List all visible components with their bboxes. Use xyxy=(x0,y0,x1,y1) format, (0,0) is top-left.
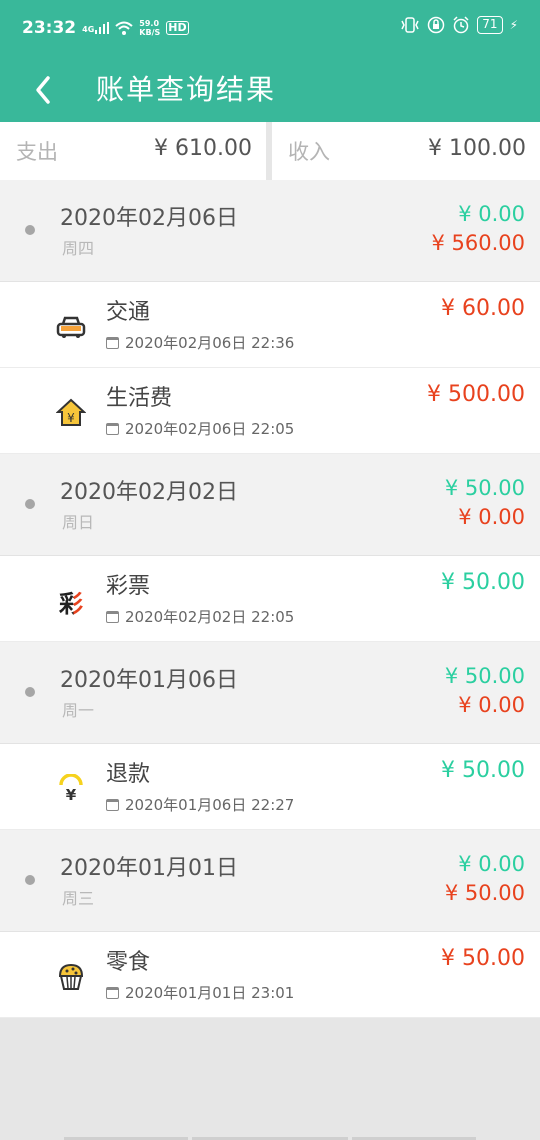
vibrate-icon xyxy=(401,17,419,33)
charging-icon: ⚡ xyxy=(509,18,518,32)
hd-icon: HD xyxy=(166,21,189,35)
timeline-dot xyxy=(25,225,35,235)
day-expense: ¥ 560.00 xyxy=(431,231,525,255)
income-summary: 收入 ¥ 100.00 xyxy=(272,122,540,180)
day-date: 2020年02月06日 xyxy=(60,206,238,231)
timeline-dot xyxy=(25,875,35,885)
bill-list: 2020年02月06日 周四 ¥ 0.00 ¥ 560.00 交通 2020年0… xyxy=(0,180,540,1018)
item-category: 退款 xyxy=(106,762,151,787)
item-time: 2020年01月06日 22:27 xyxy=(125,796,295,814)
back-button[interactable] xyxy=(28,68,68,108)
house-yen-icon: ¥ xyxy=(54,396,88,430)
timeline-dot xyxy=(25,499,35,509)
timeline-dot xyxy=(25,687,35,697)
app-bar: 账单查询结果 xyxy=(0,56,540,122)
day-weekday: 周三 xyxy=(62,889,95,908)
network-type: 4G xyxy=(82,25,95,34)
wifi-icon xyxy=(115,21,133,35)
day-header: 2020年02月02日 周日 ¥ 50.00 ¥ 0.00 xyxy=(0,454,540,556)
day-weekday: 周四 xyxy=(62,239,95,258)
status-bar: 23:32 4G 59.0 KB/S HD 71 ⚡ xyxy=(0,0,540,56)
item-time: 2020年02月06日 22:36 xyxy=(125,334,295,352)
income-total: ¥ 100.00 xyxy=(428,136,526,161)
day-weekday: 周日 xyxy=(62,513,95,532)
expense-label: 支出 xyxy=(16,140,58,164)
day-header: 2020年02月06日 周四 ¥ 0.00 ¥ 560.00 xyxy=(0,180,540,282)
item-category: 交通 xyxy=(106,300,151,325)
item-time: 2020年02月02日 22:05 xyxy=(125,608,295,626)
day-header: 2020年01月01日 周三 ¥ 0.00 ¥ 50.00 xyxy=(0,830,540,932)
bill-item[interactable]: 彩 彩票 2020年02月02日 22:05 ¥ 50.00 xyxy=(0,556,540,642)
day-header: 2020年01月06日 周一 ¥ 50.00 ¥ 0.00 xyxy=(0,642,540,744)
page-title: 账单查询结果 xyxy=(96,73,277,106)
item-amount: ¥ 60.00 xyxy=(441,296,525,321)
day-weekday: 周一 xyxy=(62,701,95,720)
lottery-icon: 彩 xyxy=(54,584,88,618)
bill-item[interactable]: ¥ 退款 2020年01月06日 22:27 ¥ 50.00 xyxy=(0,744,540,830)
calendar-icon xyxy=(106,986,119,999)
item-category: 彩票 xyxy=(106,574,151,599)
item-amount: ¥ 50.00 xyxy=(441,570,525,595)
day-date: 2020年01月06日 xyxy=(60,668,238,693)
refund-yen-icon: ¥ xyxy=(54,772,88,806)
bill-item[interactable]: 零食 2020年01月01日 23:01 ¥ 50.00 xyxy=(0,932,540,1018)
day-date: 2020年02月02日 xyxy=(60,480,238,505)
signal-bars-icon xyxy=(95,22,110,34)
svg-text:¥: ¥ xyxy=(67,411,75,425)
battery-icon: 71 xyxy=(477,16,503,34)
chevron-left-icon xyxy=(36,76,50,104)
day-expense: ¥ 0.00 xyxy=(458,693,525,717)
calendar-icon xyxy=(106,610,119,623)
income-label: 收入 xyxy=(288,140,330,164)
clock: 23:32 xyxy=(22,18,77,38)
svg-text:¥: ¥ xyxy=(66,786,77,804)
expense-total: ¥ 610.00 xyxy=(154,136,252,161)
day-income: ¥ 0.00 xyxy=(458,202,525,226)
item-category: 生活费 xyxy=(106,386,173,411)
summary-bar: 支出 ¥ 610.00 收入 ¥ 100.00 xyxy=(0,122,540,180)
item-time: 2020年01月01日 23:01 xyxy=(125,984,295,1002)
car-icon xyxy=(54,310,88,344)
item-amount: ¥ 50.00 xyxy=(441,946,525,971)
bill-item[interactable]: 交通 2020年02月06日 22:36 ¥ 60.00 xyxy=(0,282,540,368)
day-expense: ¥ 50.00 xyxy=(444,881,525,905)
item-amount: ¥ 50.00 xyxy=(441,758,525,783)
calendar-icon xyxy=(106,336,119,349)
bill-item[interactable]: ¥ 生活费 2020年02月06日 22:05 ¥ 500.00 xyxy=(0,368,540,454)
expense-summary: 支出 ¥ 610.00 xyxy=(0,122,266,180)
calendar-icon xyxy=(106,422,119,435)
day-income: ¥ 0.00 xyxy=(458,852,525,876)
calendar-icon xyxy=(106,798,119,811)
net-speed: 59.0 KB/S xyxy=(139,19,161,37)
lock-rotation-icon xyxy=(428,16,445,34)
item-time: 2020年02月06日 22:05 xyxy=(125,420,295,438)
day-income: ¥ 50.00 xyxy=(444,476,525,500)
muffin-icon xyxy=(54,960,88,994)
day-income: ¥ 50.00 xyxy=(444,664,525,688)
nav-gesture-bar xyxy=(0,1136,540,1140)
day-date: 2020年01月01日 xyxy=(60,856,238,881)
signal-icon: 4G xyxy=(82,22,110,34)
item-amount: ¥ 500.00 xyxy=(427,382,525,407)
alarm-icon xyxy=(453,16,469,34)
day-expense: ¥ 0.00 xyxy=(458,505,525,529)
item-category: 零食 xyxy=(106,950,151,975)
